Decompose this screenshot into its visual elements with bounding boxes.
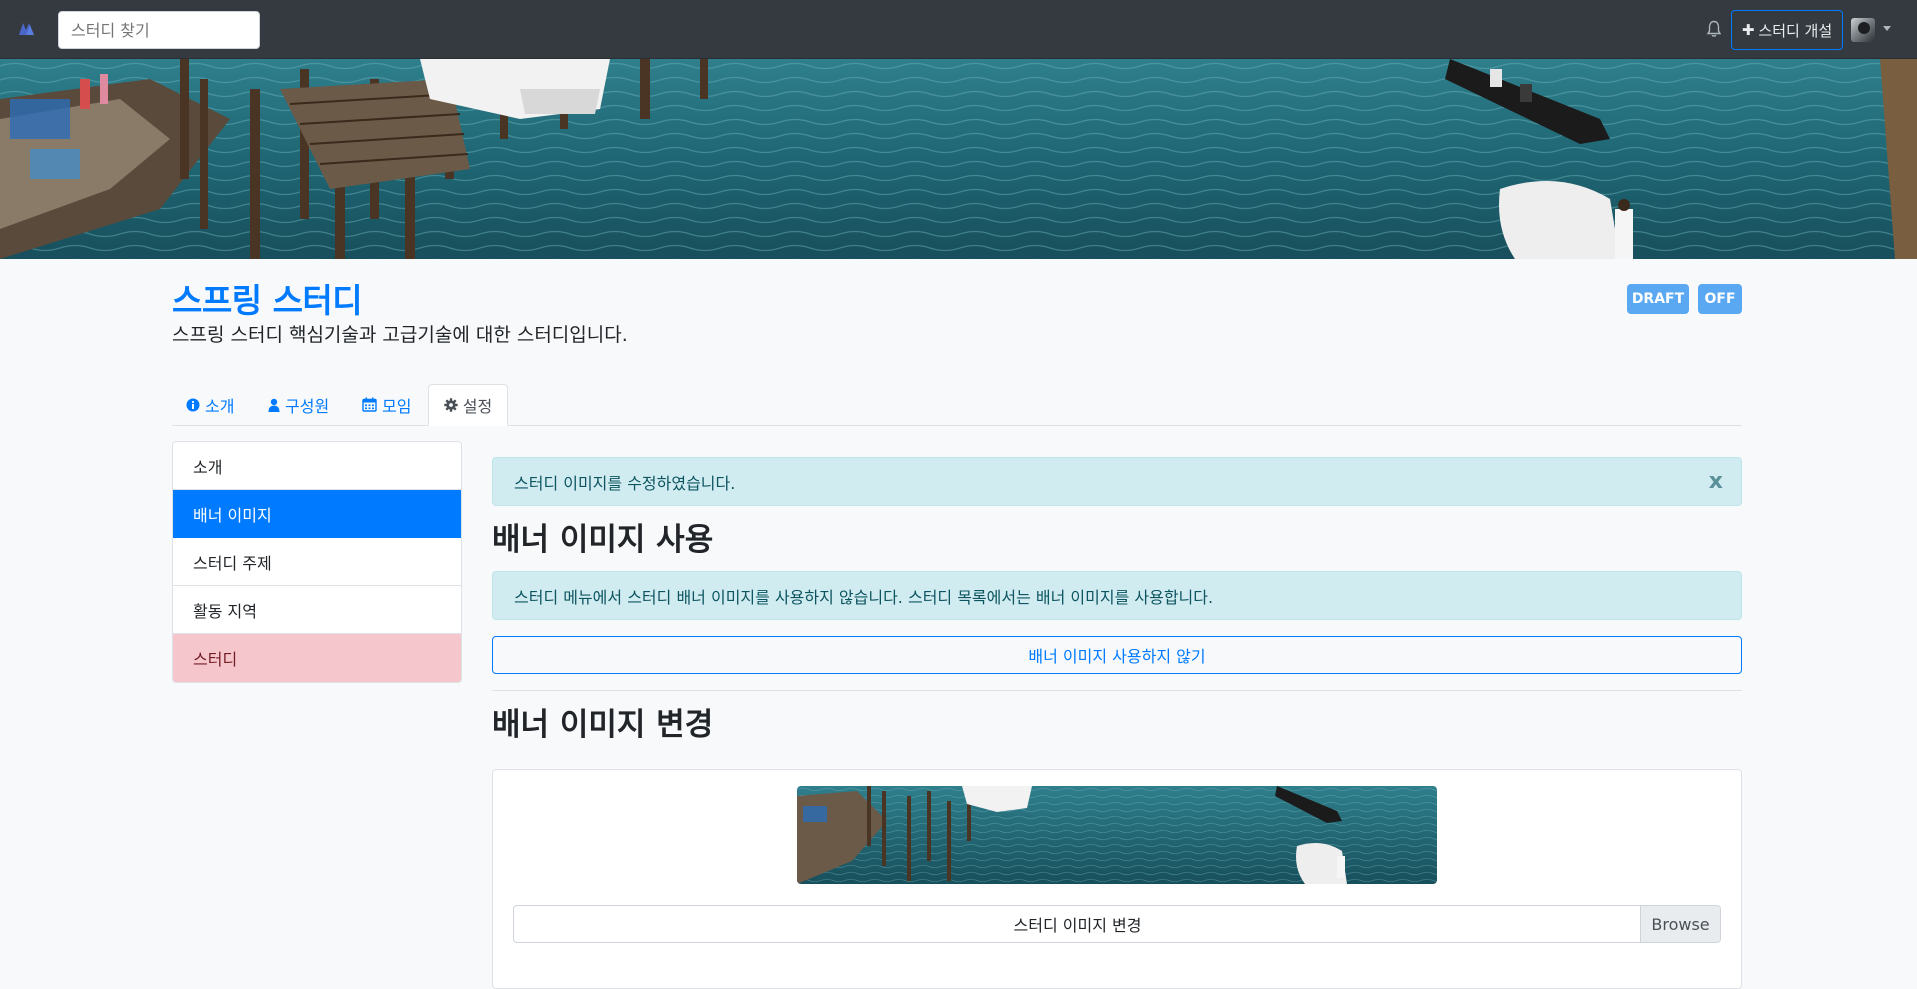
study-description: 스프링 스터디 핵심기술과 고급기술에 대한 스터디입니다. xyxy=(172,324,628,346)
success-alert-message: 스터디 이미지를 수정하였습니다. xyxy=(514,473,736,493)
chevron-down-icon[interactable] xyxy=(1883,26,1891,31)
section-divider xyxy=(492,690,1742,691)
bell-icon[interactable] xyxy=(1706,20,1722,38)
banner-info-message: 스터디 메뉴에서 스터디 배너 이미지를 사용하지 않습니다. 스터디 목록에서… xyxy=(514,587,1214,607)
tab-settings-label: 설정 xyxy=(462,397,493,416)
tab-intro[interactable]: 소개 xyxy=(186,384,234,425)
change-banner-heading: 배너 이미지 변경 xyxy=(492,707,714,743)
settings-menu-study[interactable]: 스터디 xyxy=(173,634,461,682)
logo-icon[interactable] xyxy=(18,20,38,36)
settings-menu-activity-zones[interactable]: 활동 지역 xyxy=(173,586,461,634)
user-icon xyxy=(268,398,280,412)
success-alert: 스터디 이미지를 수정하였습니다. x xyxy=(492,457,1742,506)
tab-members-label: 구성원 xyxy=(285,396,330,416)
tab-intro-label: 소개 xyxy=(205,396,235,416)
plus-icon: ✚ xyxy=(1741,21,1755,39)
study-title[interactable]: 스프링 스터디 xyxy=(172,276,363,326)
create-study-button[interactable]: ✚ 스터디 개설 xyxy=(1731,10,1843,50)
banner-preview-image xyxy=(797,786,1437,884)
draft-badge[interactable]: DRAFT xyxy=(1627,284,1689,314)
settings-menu-banner-image[interactable]: 배너 이미지 xyxy=(173,490,461,538)
study-search-input[interactable] xyxy=(58,11,260,49)
off-badge[interactable]: OFF xyxy=(1698,284,1742,314)
study-banner-image xyxy=(0,59,1917,259)
study-tabs: 소개 구성원 모임 설정 xyxy=(172,384,1742,426)
settings-menu-intro[interactable]: 소개 xyxy=(173,442,461,490)
close-icon[interactable]: x xyxy=(1709,469,1723,494)
tab-settings[interactable]: 설정 xyxy=(428,384,508,426)
tab-members[interactable]: 구성원 xyxy=(268,384,329,425)
use-banner-heading: 배너 이미지 사용 xyxy=(492,522,714,558)
top-navbar: ✚ 스터디 개설 xyxy=(0,0,1917,59)
file-input-label: 스터디 이미지 변경 xyxy=(1013,916,1142,935)
settings-menu-study-topics[interactable]: 스터디 주제 xyxy=(173,538,461,586)
banner-info-alert: 스터디 메뉴에서 스터디 배너 이미지를 사용하지 않습니다. 스터디 목록에서… xyxy=(492,571,1742,620)
create-study-label: 스터디 개설 xyxy=(1758,21,1833,40)
calendar-icon xyxy=(362,397,377,412)
info-circle-icon xyxy=(186,398,200,411)
settings-menu: 소개 배너 이미지 스터디 주제 활동 지역 스터디 xyxy=(172,441,462,683)
disable-banner-button[interactable]: 배너 이미지 사용하지 않기 xyxy=(492,636,1742,674)
tab-events[interactable]: 모임 xyxy=(362,384,411,425)
banner-file-input[interactable]: 스터디 이미지 변경 Browse xyxy=(513,905,1721,943)
tab-events-label: 모임 xyxy=(382,396,412,416)
browse-button[interactable]: Browse xyxy=(1640,906,1720,942)
gear-icon xyxy=(444,398,458,412)
profile-avatar[interactable] xyxy=(1851,18,1875,42)
